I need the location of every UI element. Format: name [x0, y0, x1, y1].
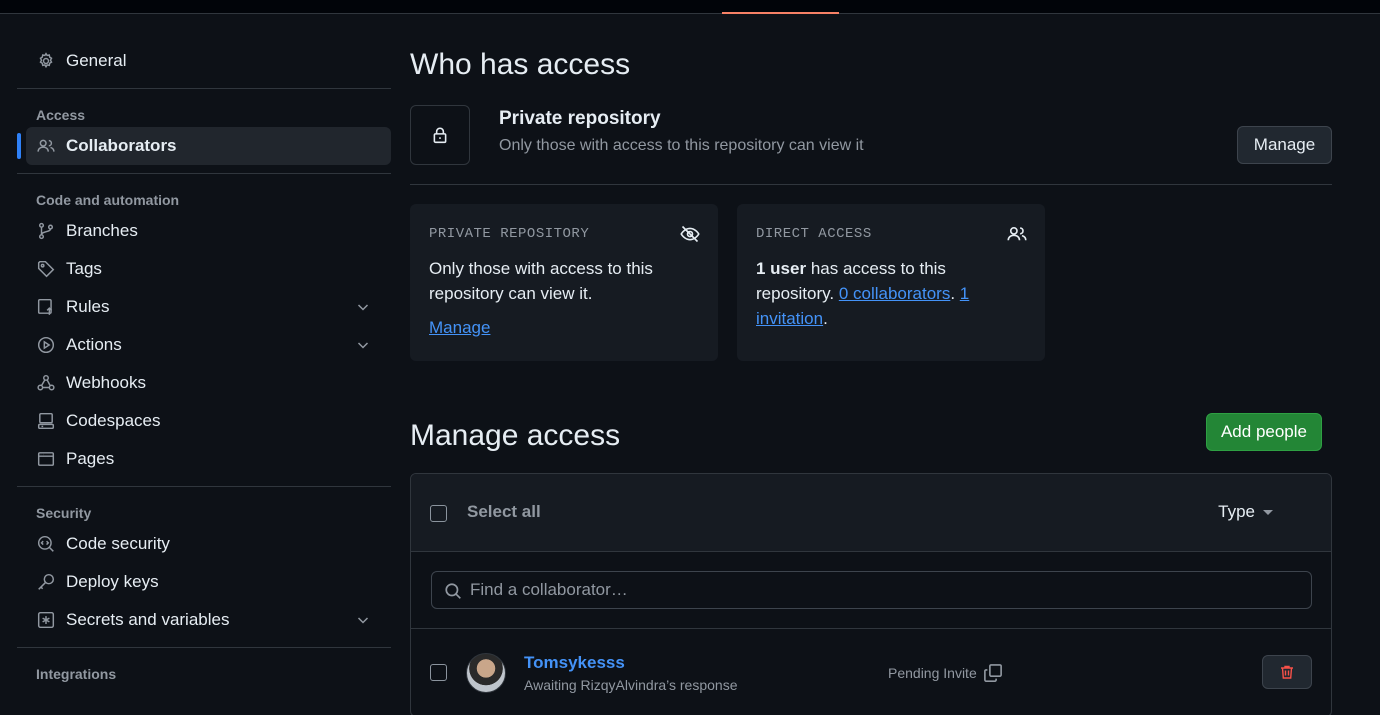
trash-icon	[1281, 665, 1293, 679]
sidebar-item-label: Collaborators	[66, 136, 177, 155]
sidebar-item-branches[interactable]: Branches	[17, 212, 391, 250]
asterisk-box-icon	[36, 610, 56, 630]
user-count: 1 user	[756, 259, 807, 278]
select-all-checkbox[interactable]	[430, 505, 447, 522]
branch-icon	[36, 221, 56, 241]
sidebar-item-actions[interactable]: Actions	[17, 326, 391, 364]
list-item: Tomsykesss Awaiting RizqyAlvindra’s resp…	[411, 629, 1331, 715]
card-text-end: .	[823, 309, 828, 328]
people-icon	[36, 136, 56, 156]
collaborators-panel: Select all Type Tomsykesss Awaiting Rizq…	[410, 473, 1332, 715]
add-people-button[interactable]: Add people	[1205, 413, 1322, 451]
webhook-icon	[36, 373, 56, 393]
type-filter-label: Type	[1218, 502, 1255, 521]
visibility-summary: Private repository Only those with acces…	[410, 105, 1332, 185]
visibility-description: Only those with access to this repositor…	[499, 137, 864, 154]
search-input[interactable]	[470, 572, 1301, 608]
sidebar-item-label: Secrets and variables	[66, 610, 230, 629]
manage-link[interactable]: Manage	[429, 318, 490, 338]
browser-icon	[36, 449, 56, 469]
sidebar-item-label: General	[66, 51, 127, 70]
code-scan-icon	[36, 534, 56, 554]
sidebar-item-tags[interactable]: Tags	[17, 250, 391, 288]
sidebar-item-label: Codespaces	[66, 411, 161, 430]
collaborator-search	[431, 571, 1312, 609]
visibility-title: Private repository	[499, 108, 661, 129]
caret-down-icon	[1263, 510, 1273, 516]
direct-access-card: DIRECT ACCESS 1 user has access to this …	[737, 204, 1045, 361]
collaborators-link[interactable]: 0 collaborators	[839, 284, 951, 303]
chevron-down-icon[interactable]	[355, 337, 371, 353]
sidebar-item-code-security[interactable]: Code security	[17, 525, 391, 563]
card-body: 1 user has access to this repository. 0 …	[756, 256, 1026, 331]
page-title: Who has access	[410, 48, 631, 81]
avatar	[466, 653, 506, 693]
remove-member-button[interactable]	[1262, 655, 1312, 689]
lock-icon	[410, 105, 470, 165]
sidebar-item-label: Pages	[66, 449, 115, 468]
select-all-label[interactable]: Select all	[467, 502, 541, 522]
rules-icon	[36, 297, 56, 317]
sidebar-item-general[interactable]: General	[17, 42, 391, 80]
people-icon	[1007, 226, 1027, 241]
card-label: PRIVATE REPOSITORY	[429, 226, 590, 242]
sidebar-item-label: Branches	[66, 221, 138, 240]
chevron-down-icon[interactable]	[355, 299, 371, 315]
gear-icon	[36, 51, 56, 71]
play-circle-icon	[36, 335, 56, 355]
manage-access-header: Manage access Add people	[410, 413, 1332, 473]
sidebar-item-label: Rules	[66, 297, 110, 316]
sidebar-heading-access: Access	[36, 107, 86, 123]
divider	[17, 486, 391, 487]
sidebar-item-label: Code security	[66, 534, 170, 553]
sidebar-item-deploy-keys[interactable]: Deploy keys	[17, 563, 391, 601]
manage-visibility-button[interactable]: Manage	[1237, 126, 1332, 164]
sidebar-heading-integrations: Integrations	[36, 666, 117, 682]
sidebar-item-webhooks[interactable]: Webhooks	[17, 364, 391, 402]
member-checkbox[interactable]	[430, 664, 447, 681]
copy-icon[interactable]	[983, 663, 1003, 683]
eye-closed-icon	[680, 225, 700, 243]
card-text-separator: .	[950, 284, 960, 303]
sidebar-item-collaborators[interactable]: Collaborators	[17, 127, 391, 165]
search-row	[411, 552, 1331, 629]
type-filter-dropdown[interactable]: Type	[1218, 502, 1273, 522]
sidebar-item-pages[interactable]: Pages	[17, 440, 391, 478]
member-name-link[interactable]: Tomsykesss	[524, 653, 625, 673]
manage-access-title: Manage access	[410, 419, 621, 452]
sidebar-item-secrets[interactable]: Secrets and variables	[17, 601, 391, 639]
settings-sidebar: General Access Collaborators Code and au…	[17, 42, 391, 686]
pending-invite-label: Pending Invite	[888, 665, 977, 681]
access-cards: PRIVATE REPOSITORY Only those with acces…	[410, 204, 1332, 361]
tag-icon	[36, 259, 56, 279]
sidebar-heading-security: Security	[36, 505, 92, 521]
key-icon	[36, 572, 56, 592]
sidebar-item-label: Deploy keys	[66, 572, 159, 591]
divider	[17, 88, 391, 89]
divider	[17, 647, 391, 648]
search-icon	[445, 583, 461, 599]
sidebar-item-label: Webhooks	[66, 373, 147, 392]
private-repository-card: PRIVATE REPOSITORY Only those with acces…	[410, 204, 718, 361]
member-status-description: Awaiting RizqyAlvindra’s response	[524, 677, 738, 693]
panel-header: Select all Type	[411, 474, 1331, 552]
sidebar-item-codespaces[interactable]: Codespaces	[17, 402, 391, 440]
sidebar-item-label: Actions	[66, 335, 122, 354]
card-body: Only those with access to this repositor…	[429, 259, 653, 303]
pending-invite: Pending Invite	[888, 663, 1003, 683]
top-header-edge	[0, 0, 1380, 14]
card-label: DIRECT ACCESS	[756, 226, 872, 242]
sidebar-item-rules[interactable]: Rules	[17, 288, 391, 326]
sidebar-item-label: Tags	[66, 259, 102, 278]
sidebar-heading-code-automation: Code and automation	[36, 192, 180, 208]
active-tab-underline	[722, 12, 839, 14]
main-content: Who has access Private repository Only t…	[410, 42, 1332, 715]
chevron-down-icon[interactable]	[355, 612, 371, 628]
codespaces-icon	[36, 411, 56, 431]
divider	[17, 173, 391, 174]
